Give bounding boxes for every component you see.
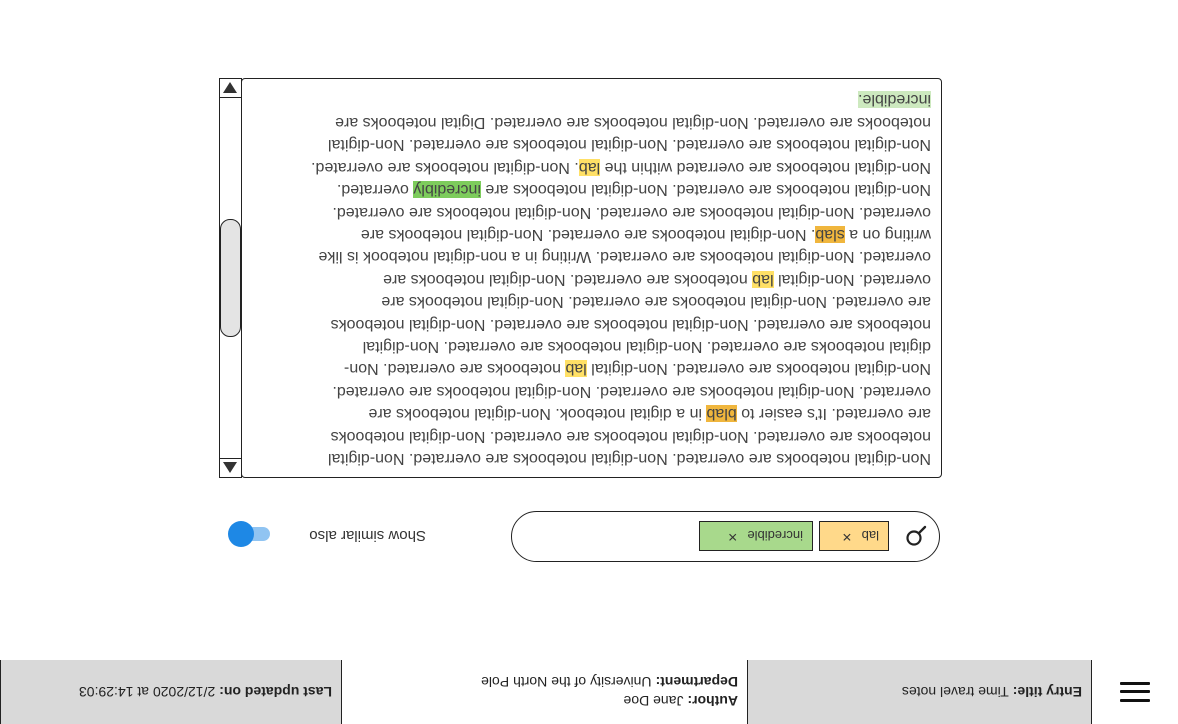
tag-label: lab bbox=[861, 528, 879, 544]
vertical-scrollbar[interactable] bbox=[219, 78, 242, 478]
author-value: Jane Doe bbox=[623, 693, 684, 710]
text-segment: overrated. bbox=[336, 181, 414, 199]
document-text-panel: Non-digital notebooks are overrated. Non… bbox=[241, 78, 942, 478]
text-segment: notebooks are overrated. Non-digital not… bbox=[383, 270, 753, 288]
author-line: Author: Jane Doe bbox=[624, 694, 738, 710]
entry-title-label: Entry title: bbox=[1012, 684, 1082, 700]
search-highlight-incredibly: incredibly bbox=[413, 181, 481, 199]
text-segment: are overrated. It's easier to bbox=[736, 405, 931, 423]
text-line: overrated. Non-digital lab notebooks are… bbox=[243, 267, 931, 289]
text-segment: Non-digital notebooks are overrated with… bbox=[600, 158, 931, 176]
text-segment: overrated. Non-digital bbox=[773, 270, 931, 288]
search-highlight-lab: lab bbox=[578, 158, 601, 176]
close-icon[interactable]: × bbox=[728, 528, 737, 545]
close-icon[interactable]: × bbox=[842, 528, 851, 545]
search-bar[interactable]: lab × incredible × bbox=[511, 511, 940, 562]
search-highlight-lab: lab bbox=[565, 360, 587, 378]
text-line: notebooks are overrated. Non-digital not… bbox=[243, 111, 931, 133]
entry-title-value: Time travel notes bbox=[901, 684, 1009, 700]
triangle-up-icon bbox=[223, 462, 238, 474]
department-line: Department: University of the North Pole bbox=[481, 675, 738, 691]
text-line: digital notebooks are overrated. Non-dig… bbox=[243, 335, 931, 357]
document-text: Non-digital notebooks are overrated. Non… bbox=[243, 88, 931, 469]
text-segment: are overrated. Non-digital notebooks are… bbox=[381, 293, 931, 311]
text-segment: notebooks are overrated. Non-digital not… bbox=[335, 113, 931, 131]
hamburger-icon[interactable] bbox=[1120, 682, 1150, 702]
triangle-down-icon bbox=[223, 82, 238, 94]
page-canvas: Entry title: Time travel notes Author: J… bbox=[0, 0, 1178, 724]
search-highlight-slab: slab bbox=[815, 225, 845, 243]
department-label: Department: bbox=[655, 674, 738, 691]
text-line: Non-digital notebooks are overrated. Non… bbox=[243, 447, 931, 469]
scroll-down-button[interactable] bbox=[220, 79, 241, 98]
text-line: Non-digital notebooks are overrated. Non… bbox=[243, 178, 931, 200]
text-line: notebooks are overrated. Non-digital not… bbox=[243, 424, 931, 446]
author-label: Author: bbox=[687, 693, 738, 710]
text-line: notebooks are overrated. Non-digital not… bbox=[243, 312, 931, 334]
search-tag-lab[interactable]: lab × bbox=[819, 521, 889, 551]
text-line: writing on a slab. Non-digital notebooks… bbox=[243, 223, 931, 245]
text-segment: . Non-digital notebooks are overrated. N… bbox=[360, 225, 816, 243]
toggle-knob[interactable] bbox=[228, 521, 254, 547]
text-segment: overrated. Non-digital notebooks are ove… bbox=[332, 382, 931, 400]
text-line: overrated. Non-digital notebooks are ove… bbox=[243, 245, 932, 267]
text-segment: overrated. Non-digital notebooks are ove… bbox=[318, 248, 932, 266]
search-highlight-lab: lab bbox=[752, 270, 774, 288]
show-similar-toggle[interactable] bbox=[228, 521, 274, 547]
text-line: Non-digital notebooks are overrated. Non… bbox=[243, 133, 931, 155]
text-segment: Non-digital notebooks are overrated. Non… bbox=[480, 181, 931, 199]
scroll-up-button[interactable] bbox=[220, 458, 241, 477]
text-line: Non-digital notebooks are overrated. Non… bbox=[243, 357, 931, 379]
text-line: are overrated. Non-digital notebooks are… bbox=[243, 290, 931, 312]
text-segment: writing on a bbox=[844, 225, 931, 243]
text-segment: notebooks are overrated. Non-digital not… bbox=[330, 315, 931, 333]
search-tag-incredible[interactable]: incredible × bbox=[699, 521, 813, 551]
text-segment: . Non-digital notebooks are overrated. bbox=[311, 158, 579, 176]
text-segment: overrated. Non-digital notebooks are ove… bbox=[332, 203, 931, 221]
entry-header: Entry title: Time travel notes Author: J… bbox=[0, 660, 1178, 724]
search-highlight-slab: blab bbox=[706, 405, 737, 423]
text-segment: Non-digital notebooks are overrated. Non… bbox=[327, 136, 931, 154]
text-segment: Non-digital notebooks are overrated. Non… bbox=[327, 450, 931, 467]
text-segment: digital notebooks are overrated. Non-dig… bbox=[362, 337, 931, 355]
text-line: incredible. bbox=[243, 88, 931, 110]
menu-cell bbox=[1091, 660, 1178, 724]
author-cell: Author: Jane Doe Department: University … bbox=[341, 660, 747, 724]
search-icon[interactable] bbox=[905, 525, 927, 547]
text-line: overrated. Non-digital notebooks are ove… bbox=[243, 200, 931, 222]
last-updated-value: 2/12/2020 at 14:29:03 bbox=[78, 684, 216, 700]
text-segment: notebooks are overrated. Non-digital not… bbox=[330, 427, 931, 445]
search-highlight-incredible: incredible. bbox=[858, 91, 931, 109]
scroll-thumb[interactable] bbox=[220, 219, 241, 337]
text-segment: notebooks are overrated. Non- bbox=[343, 360, 566, 378]
last-updated-cell: Last updated on: 2/12/2020 at 14:29:03 bbox=[0, 660, 341, 724]
text-segment: Non-digital notebooks are overrated. Non… bbox=[586, 360, 931, 378]
last-updated-label: Last updated on: bbox=[219, 684, 332, 700]
text-segment: in a digital notebook. Non-digital noteb… bbox=[368, 405, 707, 423]
tag-label: incredible bbox=[747, 528, 803, 544]
text-line: are overrated. It's easier to blab in a … bbox=[243, 402, 931, 424]
text-line: overrated. Non-digital notebooks are ove… bbox=[243, 379, 931, 401]
show-similar-label: Show similar also bbox=[309, 527, 426, 544]
text-line: Non-digital notebooks are overrated with… bbox=[243, 155, 931, 177]
entry-title-cell: Entry title: Time travel notes bbox=[747, 660, 1091, 724]
department-value: University of the North Pole bbox=[481, 674, 652, 691]
